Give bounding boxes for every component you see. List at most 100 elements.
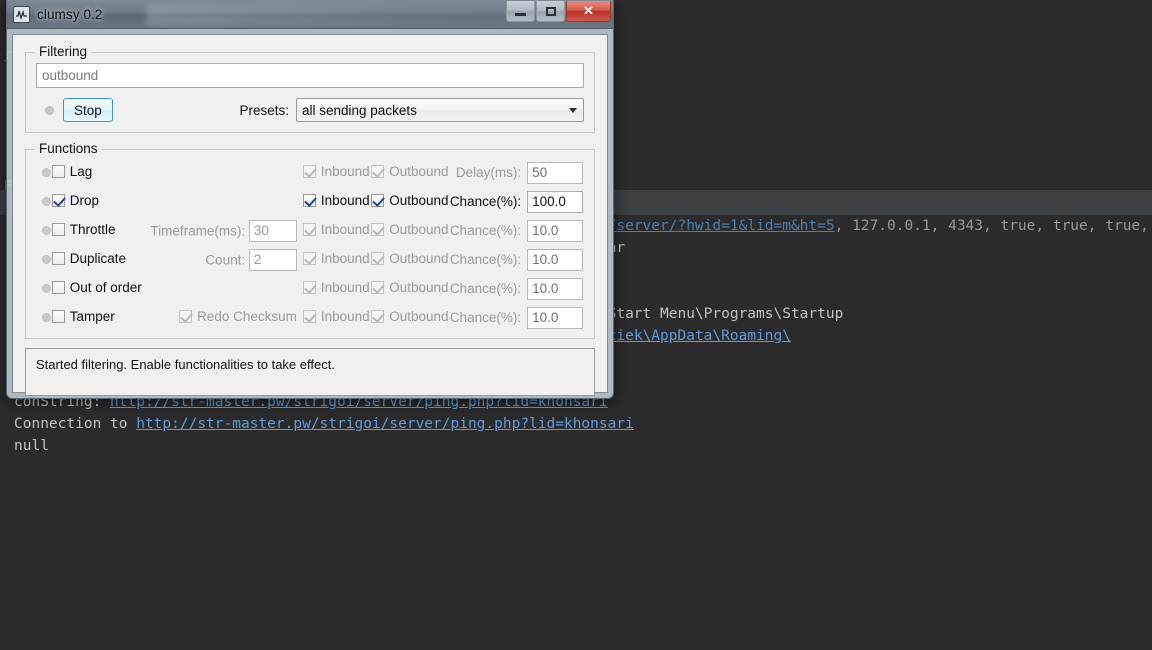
checkbox-icon [371, 252, 385, 265]
minimize-icon [515, 12, 526, 16]
inbound-label: Inbound [320, 251, 370, 266]
throttle-inbound-checkbox[interactable]: Inbound [302, 222, 370, 237]
maximize-icon [545, 6, 556, 16]
checkbox-icon [302, 281, 316, 294]
presets-select[interactable]: all sending packets [296, 98, 584, 122]
throttle-outbound-checkbox[interactable]: Outbound [371, 222, 449, 237]
console-text: , 127.0.0.1, 4343, true, true, true, kho… [834, 218, 1149, 234]
console-line: null [14, 438, 49, 454]
out-of-order-param-label: Chance(%): [449, 281, 522, 296]
functions-group-title: Functions [35, 141, 102, 156]
function-row-lag[interactable]: Lag Inbound Outbound Delay(ms): [36, 158, 584, 187]
throttle-param-label: Chance(%): [449, 223, 522, 238]
function-row-out-of-order[interactable]: Out of order Inbound Outbound Chance(%): [36, 274, 584, 303]
inbound-label: Inbound [320, 280, 370, 295]
out-of-order-label: Out of order [69, 280, 142, 295]
drop-inbound-checkbox[interactable]: Inbound [302, 193, 370, 208]
checkbox-icon [371, 310, 385, 323]
throttle-param-input[interactable] [527, 219, 584, 242]
inbound-label: Inbound [320, 222, 370, 237]
checkbox-icon [51, 281, 65, 294]
lag-param-input[interactable] [527, 161, 584, 184]
checkbox-icon [302, 223, 316, 236]
filtering-group: Filtering Stop Presets: all sending pack… [25, 44, 595, 133]
window-titlebar[interactable]: clumsy 0.2 ✕ [7, 0, 613, 29]
checkbox-icon [302, 165, 316, 178]
row-led-icon [42, 284, 51, 293]
redo-checksum-checkbox[interactable]: Redo Checksum [179, 309, 297, 324]
tamper-label: Tamper [69, 309, 115, 324]
clumsy-window[interactable]: clumsy 0.2 ✕ Filtering Stop Presets: all… [6, 0, 614, 399]
throttle-label: Throttle [69, 222, 116, 237]
status-led-icon [45, 105, 54, 115]
filter-input[interactable] [36, 63, 584, 88]
tamper-param-label: Chance(%): [449, 310, 522, 325]
lag-outbound-checkbox[interactable]: Outbound [371, 164, 449, 179]
drop-label: Drop [69, 193, 99, 208]
duplicate-outbound-checkbox[interactable]: Outbound [371, 251, 449, 266]
console-text: Connection to [14, 416, 137, 432]
checkbox-icon [302, 310, 316, 323]
maximize-button[interactable] [536, 1, 565, 22]
duplicate-inbound-checkbox[interactable]: Inbound [302, 251, 370, 266]
duplicate-label: Duplicate [69, 251, 126, 266]
presets-label: Presets: [239, 102, 289, 118]
drop-outbound-checkbox[interactable]: Outbound [371, 193, 449, 208]
row-led-icon [42, 226, 51, 235]
functions-table: Lag Inbound Outbound Delay(ms): Drop Inb… [36, 158, 584, 332]
duplicate-count-input[interactable] [248, 248, 297, 271]
checkbox-icon [371, 281, 385, 294]
throttle-checkbox[interactable]: Throttle [51, 222, 116, 237]
row-led-icon [42, 255, 51, 264]
outbound-label: Outbound [389, 164, 449, 179]
checkbox-icon [51, 252, 65, 265]
redo-checksum-label: Redo Checksum [197, 309, 297, 324]
lag-checkbox[interactable]: Lag [51, 164, 93, 179]
chevron-down-icon [569, 108, 577, 113]
outbound-label: Outbound [389, 309, 449, 324]
drop-checkbox[interactable]: Drop [51, 193, 99, 208]
function-row-duplicate[interactable]: Duplicate Count: Inbound Outbound Chance… [36, 245, 584, 274]
function-row-drop[interactable]: Drop Inbound Outbound Chance(%): [36, 187, 584, 216]
out-of-order-checkbox[interactable]: Out of order [51, 280, 142, 295]
inbound-label: Inbound [320, 309, 370, 324]
window-body: Filtering Stop Presets: all sending pack… [12, 34, 608, 396]
drop-param-label: Chance(%): [449, 194, 522, 209]
waveform-icon [13, 5, 30, 23]
function-row-throttle[interactable]: Throttle Timeframe(ms): Inbound Outbound… [36, 216, 584, 245]
window-controls[interactable]: ✕ [505, 1, 611, 22]
inbound-label: Inbound [320, 164, 370, 179]
duplicate-param-label: Chance(%): [449, 252, 522, 267]
tamper-inbound-checkbox[interactable]: Inbound [302, 309, 370, 324]
console-line: Connection to http://str-master.pw/strig… [14, 413, 1152, 435]
outbound-label: Outbound [389, 222, 449, 237]
tamper-checkbox[interactable]: Tamper [51, 309, 115, 324]
out-of-order-param-input[interactable] [527, 277, 584, 300]
lag-label: Lag [69, 164, 93, 179]
duplicate-checkbox[interactable]: Duplicate [51, 251, 126, 266]
drop-param-input[interactable] [527, 190, 584, 213]
checkbox-icon [51, 223, 65, 236]
start-stop-button[interactable]: Stop [63, 98, 113, 122]
lag-param-label: Delay(ms): [455, 165, 522, 180]
out-of-order-inbound-checkbox[interactable]: Inbound [302, 280, 370, 295]
close-icon: ✕ [583, 3, 594, 18]
duplicate-param-input[interactable] [527, 248, 584, 271]
checkbox-icon [51, 194, 65, 207]
outbound-label: Outbound [389, 280, 449, 295]
duplicate-extra-label: Count: [205, 252, 246, 267]
filter-controls-row: Stop Presets: all sending packets [36, 98, 584, 122]
function-row-tamper[interactable]: Tamper Redo Checksum Inbound Outbound Ch… [36, 303, 584, 332]
minimize-button[interactable] [506, 1, 535, 22]
outbound-label: Outbound [389, 193, 449, 208]
console-link[interactable]: http://str-master.pw/strigoi/server/ping… [136, 416, 634, 432]
throttle-timeframe-input[interactable] [248, 219, 297, 242]
checkbox-icon [371, 223, 385, 236]
window-title: clumsy 0.2 [37, 6, 103, 22]
close-button[interactable]: ✕ [566, 1, 611, 22]
checkbox-icon [179, 310, 193, 323]
out-of-order-outbound-checkbox[interactable]: Outbound [371, 280, 449, 295]
tamper-param-input[interactable] [527, 306, 584, 329]
lag-inbound-checkbox[interactable]: Inbound [302, 164, 370, 179]
tamper-outbound-checkbox[interactable]: Outbound [371, 309, 449, 324]
